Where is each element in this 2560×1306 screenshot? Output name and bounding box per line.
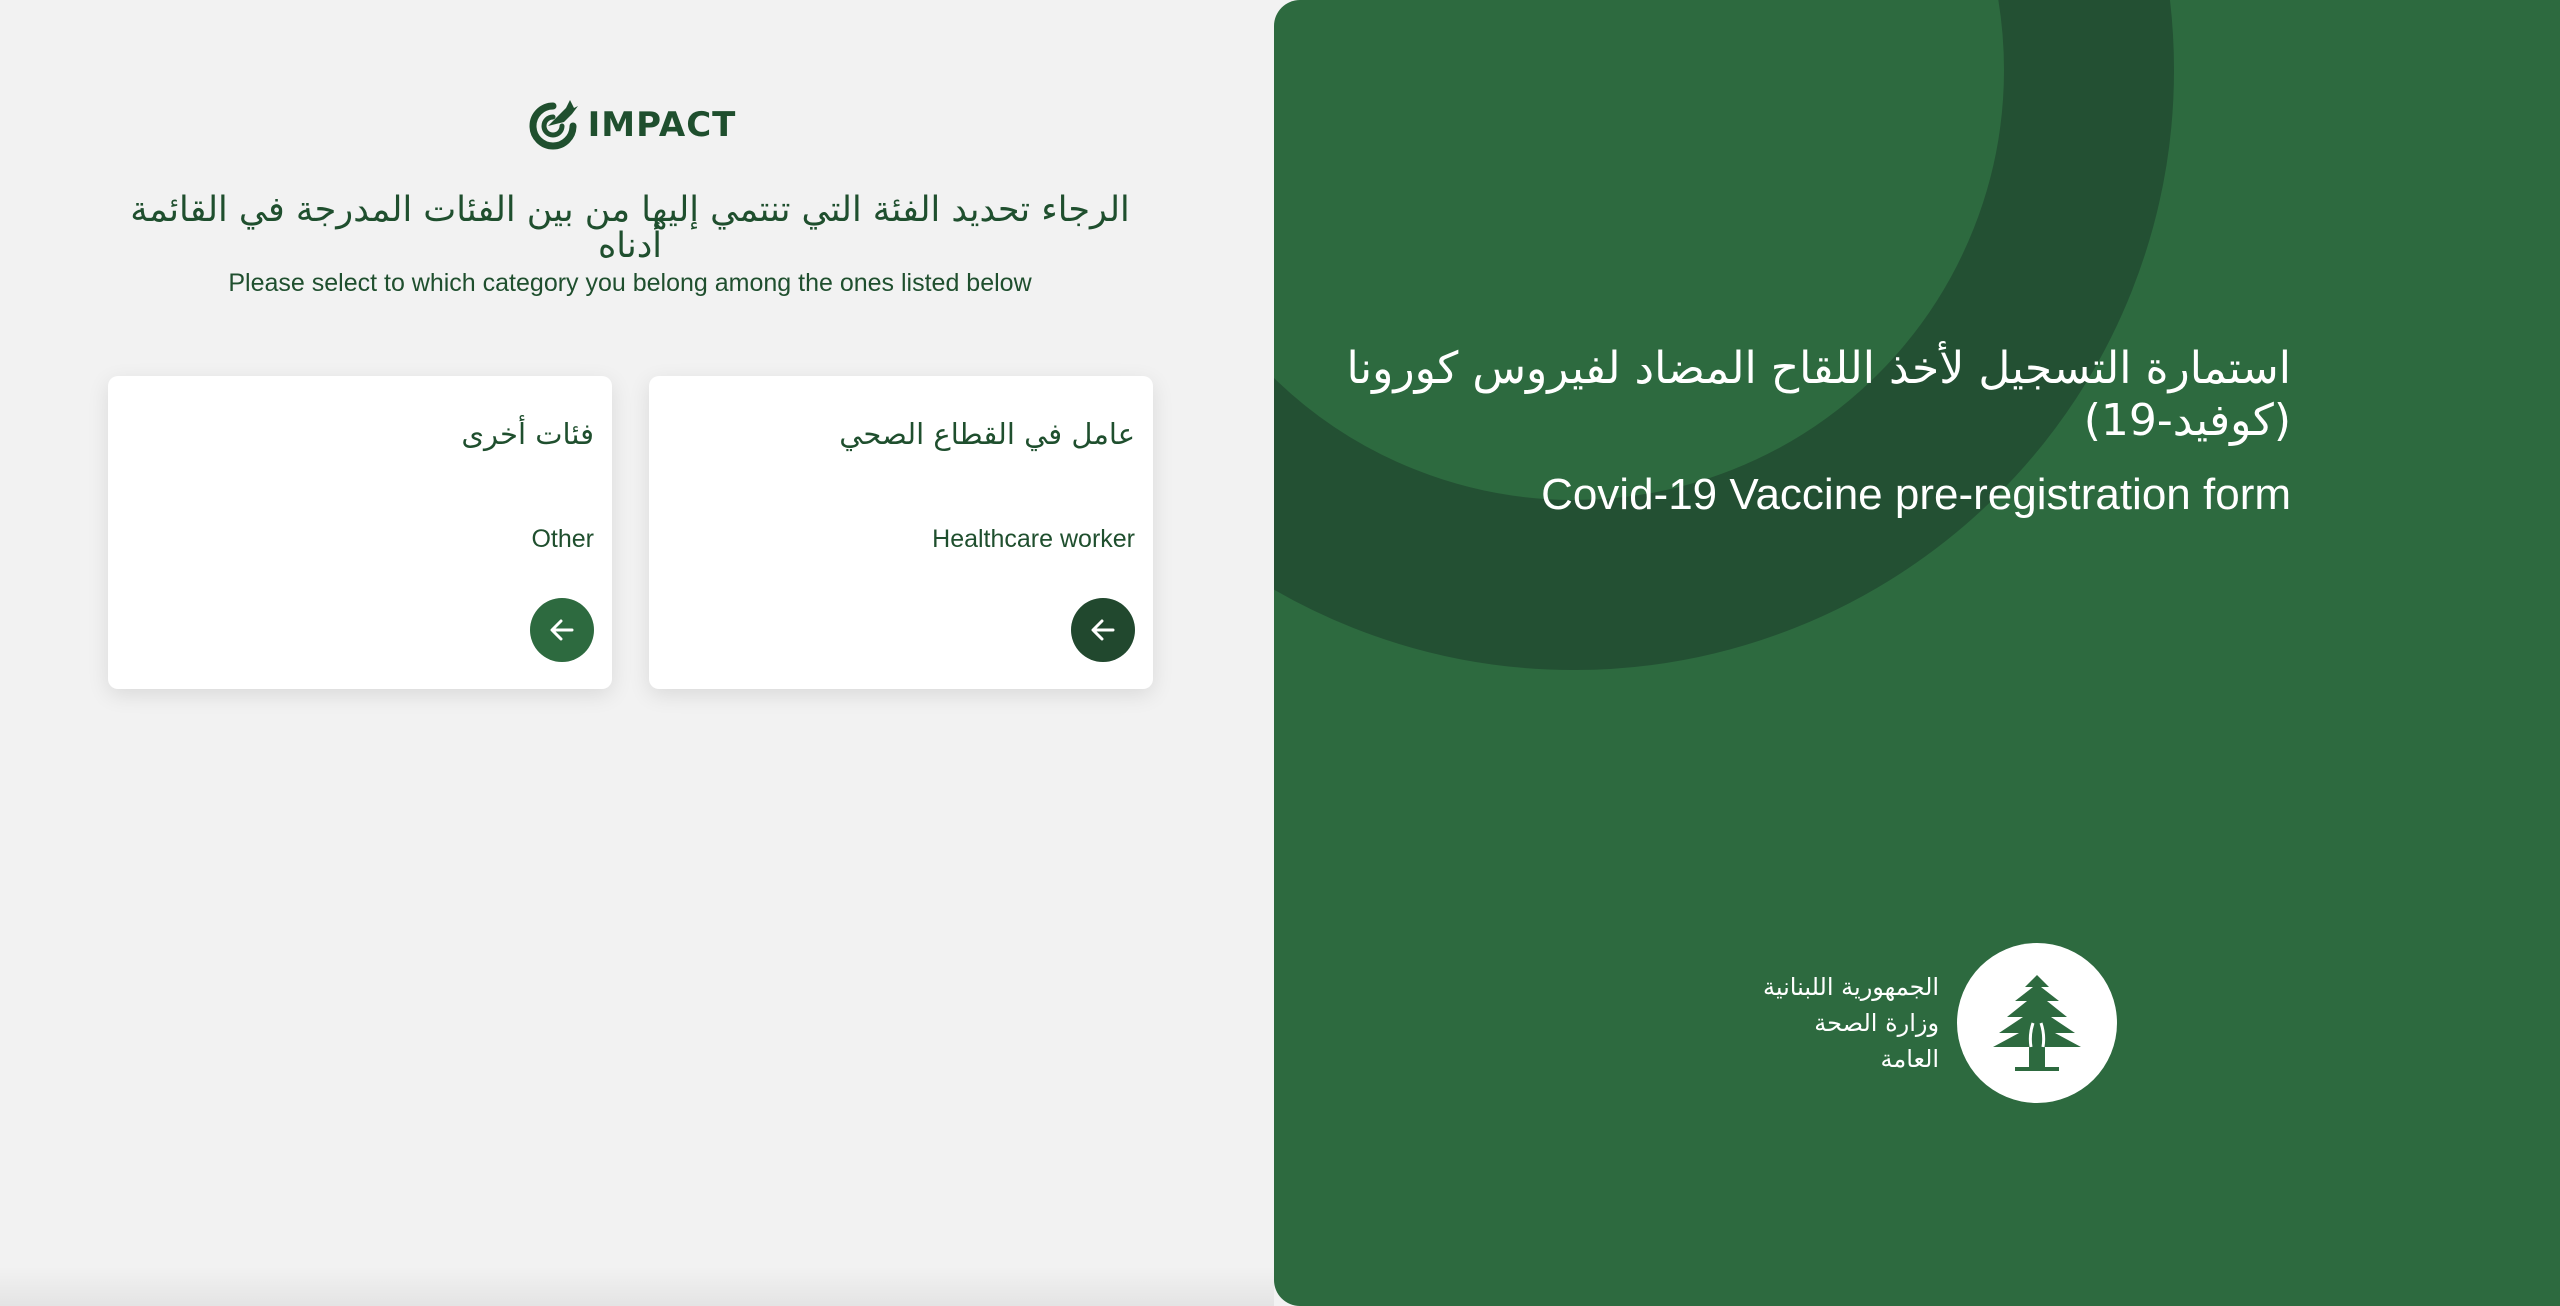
hero-panel: استمارة التسجيل لأخذ اللقاح المضاد لفيرو… — [1274, 0, 2560, 1306]
select-other-button[interactable] — [530, 598, 594, 662]
ministry-line: وزارة الصحة — [1814, 1009, 1940, 1037]
impact-logo-icon — [529, 100, 578, 150]
category-title-arabic: فئات أخرى — [461, 417, 594, 451]
category-title-english: Healthcare worker — [932, 525, 1135, 553]
category-selection-panel: IMPACT الرجاء تحديد الفئة التي تنتمي إلي… — [0, 0, 1274, 1306]
brand-name: IMPACT — [587, 105, 737, 145]
ministry-logo — [1957, 943, 2118, 1103]
hero-title-english: Covid-19 Vaccine pre-registration form — [1541, 470, 2291, 519]
select-healthcare-worker-button[interactable] — [1071, 598, 1135, 662]
ministry-name: الجمهورية اللبنانية وزارة الصحة العامة — [1763, 969, 1939, 1077]
cedar-tree-icon — [1993, 975, 2082, 1071]
bottom-shadow — [0, 1266, 1274, 1306]
decorative-ring — [1274, 0, 2174, 670]
impact-logo: IMPACT — [0, 98, 1262, 152]
arrow-left-icon — [1091, 619, 1115, 641]
arrow-left-icon — [550, 619, 574, 641]
category-title-arabic: عامل في القطاع الصحي — [839, 417, 1135, 451]
ministry-branding: الجمهورية اللبنانية وزارة الصحة العامة — [1763, 943, 2118, 1103]
category-card-healthcare-worker[interactable]: عامل في القطاع الصحي Healthcare worker — [649, 376, 1153, 689]
category-card-other[interactable]: فئات أخرى Other — [108, 376, 612, 689]
category-title-english: Other — [531, 525, 594, 553]
page-title-english: Please select to which category you belo… — [228, 269, 1032, 297]
hero-title-arabic: استمارة التسجيل لأخذ اللقاح المضاد لفيرو… — [1346, 343, 2291, 446]
ministry-line: العامة — [1880, 1045, 1940, 1073]
ministry-line: الجمهورية اللبنانية — [1763, 973, 1940, 1001]
page-title-arabic: الرجاء تحديد الفئة التي تنتمي إليها من ب… — [130, 190, 1130, 266]
